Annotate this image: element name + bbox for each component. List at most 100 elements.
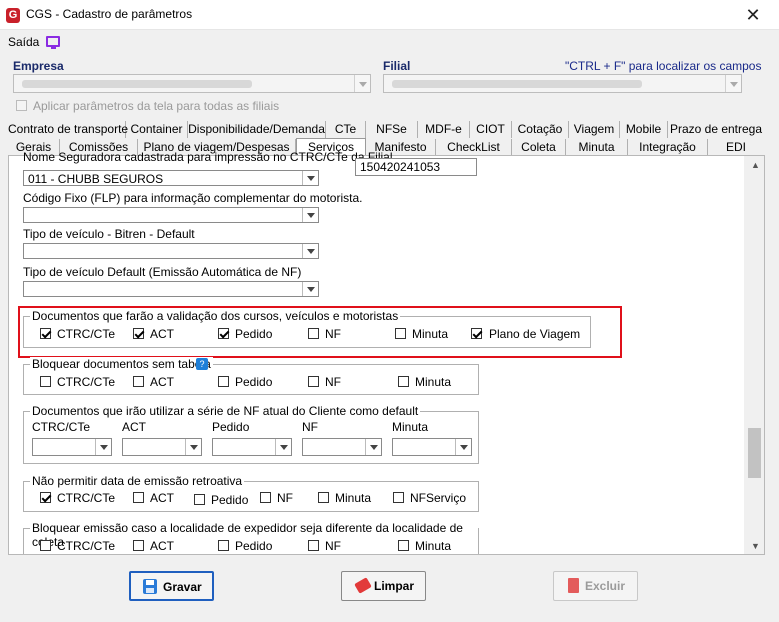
- tab-checklist[interactable]: CheckList: [436, 139, 512, 156]
- empresa-label: Empresa: [13, 59, 64, 73]
- retro-nfservico-label: NFServiço: [410, 491, 467, 505]
- floppy-icon: [143, 579, 157, 594]
- scroll-down-icon[interactable]: ▼: [751, 541, 760, 551]
- eraser-icon: [354, 577, 372, 594]
- bloquear-act-label: ACT: [150, 375, 174, 389]
- bloquear-sem-tabela-title: Bloquear documentos sem tabela: [30, 357, 213, 371]
- retro-act-checkbox[interactable]: [133, 492, 144, 503]
- tab-integracao[interactable]: Integração: [628, 139, 708, 156]
- serie-ctrc-select[interactable]: [32, 438, 112, 456]
- retro-nf-label: NF: [277, 491, 293, 505]
- codigo-fixo-label: Código Fixo (FLP) para informação comple…: [23, 191, 363, 205]
- trash-icon: [568, 578, 579, 593]
- gravar-button[interactable]: Gravar: [129, 571, 214, 601]
- tab-disponibilidade[interactable]: Disponibilidade/Demanda: [188, 121, 326, 138]
- menu-saida[interactable]: Saída: [8, 35, 39, 49]
- tipo-default-label: Tipo de veículo Default (Emissão Automát…: [23, 265, 302, 279]
- seguradora-label: Nome Seguradora cadastrada para impressã…: [23, 152, 393, 164]
- monitor-icon[interactable]: [46, 36, 60, 49]
- retro-act-label: ACT: [150, 491, 174, 505]
- aplicar-checkbox[interactable]: [16, 100, 27, 111]
- retro-pedido-label: Pedido: [211, 493, 249, 507]
- seguradora-select[interactable]: 011 - CHUBB SEGUROS: [23, 170, 319, 186]
- retro-minuta-label: Minuta: [335, 491, 372, 505]
- serie-pedido-label: Pedido: [212, 420, 250, 434]
- tab-nfse[interactable]: NFSe: [366, 121, 418, 138]
- close-icon[interactable]: ✕: [738, 4, 768, 26]
- filial-label: Filial: [383, 59, 411, 73]
- bloquear-act-checkbox[interactable]: [133, 376, 144, 387]
- emissao-act-label: ACT: [150, 539, 174, 553]
- serie-nf-label: NF: [302, 420, 318, 434]
- serie-nf-title: Documentos que irão utilizar a série de …: [30, 404, 421, 418]
- excluir-button[interactable]: Excluir: [553, 571, 638, 601]
- serie-nf-select[interactable]: [302, 438, 382, 456]
- tab-container[interactable]: Container: [126, 121, 188, 138]
- emissao-nf-checkbox[interactable]: [308, 540, 319, 551]
- highlight-box: [18, 306, 622, 358]
- serie-act-label: ACT: [122, 420, 146, 434]
- search-hint: "CTRL + F" para localizar os campos: [565, 59, 762, 73]
- filial-select[interactable]: [383, 74, 742, 93]
- tab-mobile[interactable]: Mobile: [620, 121, 668, 138]
- excluir-label: Excluir: [585, 579, 626, 593]
- tab-edi[interactable]: EDI: [708, 139, 764, 156]
- tab-cotacao[interactable]: Cotação: [512, 121, 569, 138]
- tab-prazo[interactable]: Prazo de entrega: [668, 121, 764, 138]
- tipo-bitren-label: Tipo de veículo - Bitren - Default: [23, 227, 195, 241]
- retro-ctrc-label: CTRC/CTe: [57, 491, 116, 505]
- emissao-ctrc-label: CTRC/CTe: [57, 539, 116, 553]
- info-icon[interactable]: ?: [196, 358, 208, 370]
- menu-bar: [0, 30, 779, 54]
- retro-nf-checkbox[interactable]: [260, 492, 271, 503]
- bloquear-pedido-checkbox[interactable]: [218, 376, 229, 387]
- serie-pedido-select[interactable]: [212, 438, 292, 456]
- bloquear-nf-label: NF: [325, 375, 341, 389]
- emissao-minuta-label: Minuta: [415, 539, 452, 553]
- app-logo-icon: G: [6, 8, 20, 23]
- tipo-bitren-select[interactable]: [23, 243, 319, 259]
- tab-ciot[interactable]: CIOT: [470, 121, 512, 138]
- codigo-fixo-select[interactable]: [23, 207, 319, 223]
- tab-coleta[interactable]: Coleta: [512, 139, 566, 156]
- tab-minuta[interactable]: Minuta: [566, 139, 628, 156]
- serie-minuta-label: Minuta: [392, 420, 429, 434]
- aplicar-label: Aplicar parâmetros da tela para todas as…: [33, 99, 280, 113]
- bloquear-minuta-checkbox[interactable]: [398, 376, 409, 387]
- tab-contrato[interactable]: Contrato de transporte: [8, 121, 128, 138]
- bloquear-ctrc-label: CTRC/CTe: [57, 375, 116, 389]
- apolice-value: 150420241053: [360, 160, 441, 174]
- retro-minuta-checkbox[interactable]: [318, 492, 329, 503]
- emissao-pedido-checkbox[interactable]: [218, 540, 229, 551]
- emissao-minuta-checkbox[interactable]: [398, 540, 409, 551]
- vertical-scrollbar[interactable]: [744, 156, 764, 554]
- scroll-thumb[interactable]: [748, 428, 761, 478]
- bloquear-ctrc-checkbox[interactable]: [40, 376, 51, 387]
- serie-minuta-select[interactable]: [392, 438, 472, 456]
- scroll-up-icon[interactable]: ▲: [751, 160, 760, 170]
- tab-cte[interactable]: CTe: [326, 121, 366, 138]
- retro-ctrc-checkbox[interactable]: [40, 492, 51, 503]
- bloquear-minuta-label: Minuta: [415, 375, 452, 389]
- apolice-input[interactable]: 150420241053: [355, 158, 477, 176]
- retro-nfservico-checkbox[interactable]: [393, 492, 404, 503]
- tipo-default-select[interactable]: [23, 281, 319, 297]
- retro-pedido-checkbox[interactable]: [194, 494, 205, 505]
- emissao-ctrc-checkbox[interactable]: [40, 540, 51, 551]
- serie-act-select[interactable]: [122, 438, 202, 456]
- bloquear-nf-checkbox[interactable]: [308, 376, 319, 387]
- empresa-select[interactable]: [13, 74, 371, 93]
- emissao-nf-label: NF: [325, 539, 341, 553]
- panel-bottom-border: [8, 554, 765, 555]
- nao-permitir-title: Não permitir data de emissão retroativa: [30, 474, 245, 488]
- limpar-button[interactable]: Limpar: [341, 571, 426, 601]
- window-title: CGS - Cadastro de parâmetros: [26, 7, 193, 21]
- seguradora-value: 011 - CHUBB SEGUROS: [28, 172, 164, 186]
- limpar-label: Limpar: [374, 579, 415, 593]
- emissao-act-checkbox[interactable]: [133, 540, 144, 551]
- tab-mdfe[interactable]: MDF-e: [418, 121, 470, 138]
- serie-ctrc-label: CTRC/CTe: [32, 420, 91, 434]
- tab-viagem[interactable]: Viagem: [569, 121, 620, 138]
- emissao-pedido-label: Pedido: [235, 539, 273, 553]
- bloquear-pedido-label: Pedido: [235, 375, 273, 389]
